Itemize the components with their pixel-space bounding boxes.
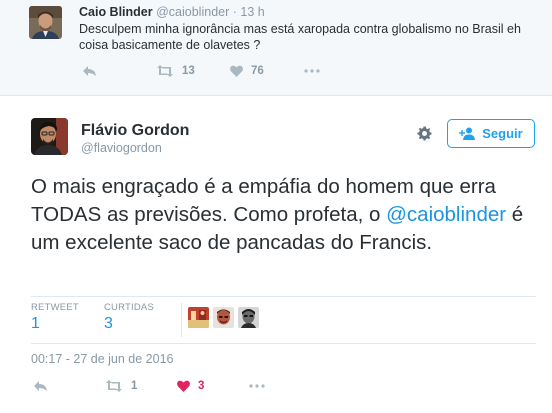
retweet-icon <box>157 65 173 77</box>
add-user-icon <box>459 127 476 140</box>
more-icon <box>249 384 265 388</box>
time-separator: · <box>232 5 237 19</box>
follow-button[interactable]: Seguir <box>447 119 535 148</box>
reply-icon <box>34 381 47 391</box>
liker-avatar[interactable] <box>213 307 234 328</box>
retweet-stat-label: RETWEET <box>31 302 79 313</box>
liker-avatar[interactable] <box>238 307 259 328</box>
like-button[interactable]: 3 <box>177 380 249 392</box>
parent-tweet-header: Caio Blinder @caioblinder · 13 h <box>79 5 265 20</box>
tweet-stats: RETWEET 1 CURTIDAS 3 <box>31 296 536 344</box>
like-count: 76 <box>251 65 264 77</box>
reply-icon <box>83 66 96 76</box>
action-bar: 1 3 <box>33 378 265 394</box>
author-handle[interactable]: @caioblinder <box>156 5 229 19</box>
likes-stat[interactable]: CURTIDAS 3 <box>104 302 154 333</box>
more-button[interactable] <box>249 384 265 388</box>
tweet-text: Desculpem minha ignorância mas está xaro… <box>79 22 521 52</box>
mention-link[interactable]: @caioblinder <box>386 203 506 226</box>
avatar[interactable] <box>29 6 62 39</box>
more-button[interactable] <box>304 69 320 73</box>
author-name[interactable]: Caio Blinder <box>79 5 153 19</box>
parent-tweet[interactable]: Caio Blinder @caioblinder · 13 h Desculp… <box>0 0 552 96</box>
retweet-button[interactable]: 1 <box>105 380 177 392</box>
gear-icon <box>416 125 432 141</box>
author-name[interactable]: Flávio Gordon <box>81 122 189 140</box>
retweet-stat[interactable]: RETWEET 1 <box>31 302 79 333</box>
tweet-permalink: Caio Blinder @caioblinder · 13 h Desculp… <box>0 0 552 413</box>
more-icon <box>304 69 320 73</box>
main-tweet: Flávio Gordon @flaviogordon Seguir O mai… <box>0 97 552 413</box>
like-count: 3 <box>198 380 205 392</box>
avatar[interactable] <box>31 118 68 155</box>
tweet-timestamp[interactable]: 00:17 - 27 de jun de 2016 <box>31 352 173 366</box>
retweet-stat-count: 1 <box>31 315 40 332</box>
tweet-text: O mais engraçado é a empáfia do homem qu… <box>31 173 531 257</box>
tweet-time[interactable]: 13 h <box>240 5 264 19</box>
liker-avatars <box>188 307 259 328</box>
retweet-count: 13 <box>182 65 195 77</box>
liker-avatar[interactable] <box>188 307 209 328</box>
heart-icon <box>230 65 243 77</box>
follow-label: Seguir <box>482 126 523 141</box>
retweet-button[interactable]: 13 <box>156 65 230 77</box>
likes-stat-count: 3 <box>104 315 113 332</box>
stats-divider <box>181 303 182 337</box>
heart-icon <box>177 380 190 392</box>
reply-button[interactable] <box>82 65 156 77</box>
gear-button[interactable] <box>414 123 434 143</box>
action-bar: 13 76 <box>82 63 320 79</box>
retweet-icon <box>106 380 122 392</box>
reply-button[interactable] <box>33 380 105 392</box>
author-handle[interactable]: @flaviogordon <box>81 141 162 155</box>
retweet-count: 1 <box>131 380 138 392</box>
likes-stat-label: CURTIDAS <box>104 302 154 313</box>
like-button[interactable]: 76 <box>230 65 304 77</box>
